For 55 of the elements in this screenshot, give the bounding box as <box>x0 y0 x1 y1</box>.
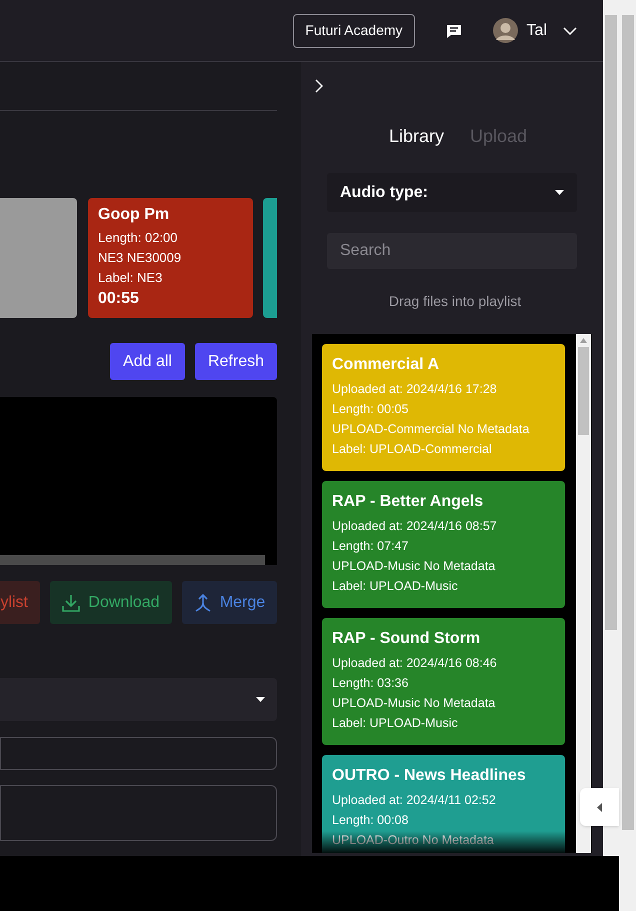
card-time: 00:55 <box>98 289 140 309</box>
organization-button[interactable]: Futuri Academy <box>293 14 415 48</box>
item-detail: UPLOAD-Commercial No Metadata <box>332 421 530 438</box>
caret-down-icon <box>256 697 265 702</box>
scroll-up-icon[interactable] <box>580 338 587 343</box>
card-detail: Length: 02:00 <box>98 229 179 247</box>
item-detail: Uploaded at: 2024/4/16 08:46 <box>332 655 498 672</box>
item-detail: Length: 03:36 <box>332 675 410 692</box>
caret-down-icon <box>555 190 564 195</box>
page-scrollbar[interactable] <box>603 0 636 911</box>
library-item[interactable]: RAP - Sound Storm Uploaded at: 2024/4/16 08:46 Length: 03:36 UPLOAD-Music No Metadata Label: UPLOAD-Music <box>322 618 565 745</box>
item-detail: UPLOAD-Outro No Metadata <box>332 832 495 849</box>
avatar[interactable] <box>492 18 518 43</box>
chevron-down-icon[interactable] <box>563 26 577 34</box>
item-detail: Length: 07:47 <box>332 538 410 555</box>
item-title: RAP - Sound Storm <box>332 629 482 649</box>
item-detail: Length: 00:08 <box>332 812 410 829</box>
dropdown-label: Audio type: <box>340 182 428 202</box>
text-area[interactable] <box>0 785 277 841</box>
item-detail: Label: UPLOAD-Music <box>332 578 459 595</box>
refresh-button[interactable]: Refresh <box>194 343 277 380</box>
user-name[interactable]: Tal <box>526 18 547 42</box>
collapse-button[interactable] <box>580 788 619 826</box>
item-detail: Uploaded at: 2024/4/16 08:57 <box>332 518 498 535</box>
item-detail: Label: UPLOAD-Commercial <box>332 441 493 458</box>
item-detail: Uploaded at: 2024/4/11 02:52 <box>332 792 497 809</box>
playlist-button[interactable]: ylist <box>0 581 40 624</box>
merge-button[interactable]: Merge <box>182 581 277 624</box>
merge-icon <box>194 594 212 612</box>
add-all-button[interactable]: Add all <box>110 343 185 380</box>
item-title: Commercial A <box>332 355 440 375</box>
item-detail: Length: 00:05 <box>332 401 410 418</box>
item-detail: UPLOAD-Music No Metadata <box>332 558 496 575</box>
scrollbar[interactable] <box>576 334 591 853</box>
item-detail: UPLOAD-Music No Metadata <box>332 695 496 712</box>
card-detail: Label: NE3 <box>98 269 164 287</box>
scroll-thumb[interactable] <box>578 347 589 435</box>
item-detail: Uploaded at: 2024/4/16 17:28 <box>332 381 498 398</box>
tab[interactable]: Library <box>388 123 444 150</box>
item-title: RAP - Better Angels <box>332 492 484 512</box>
drag-hint: Drag files into playlist <box>388 292 522 311</box>
library-item[interactable]: RAP - Better Angels Uploaded at: 2024/4/16 08:57 Length: 07:47 UPLOAD-Music No Metadata Label: UPLOAD-Music <box>322 481 565 608</box>
chat-icon[interactable] <box>446 22 462 38</box>
download-icon <box>62 594 80 612</box>
card-detail: NE3 NE30009 <box>98 249 182 267</box>
chevron-right-icon[interactable] <box>315 79 323 93</box>
item-detail: Label: UPLOAD-Music <box>332 715 459 732</box>
playlist-card[interactable]: Goop Pm Length: 02:00 NE3 NE30009 Label: NE3 00:55 <box>88 198 253 318</box>
search-field[interactable]: Search <box>327 233 577 269</box>
download-button[interactable]: Download <box>50 581 172 624</box>
card-title: Goop Pm <box>98 205 170 225</box>
input-field[interactable] <box>0 737 277 770</box>
item-title: OUTRO - News Headlines <box>332 766 527 786</box>
library-item[interactable]: OUTRO - News Headlines Uploaded at: 2024/4/11 02:52 Length: 00:08 UPLOAD-Outro No Metadata <box>322 755 565 853</box>
audio-type-dropdown[interactable]: Audio type: <box>327 173 577 212</box>
